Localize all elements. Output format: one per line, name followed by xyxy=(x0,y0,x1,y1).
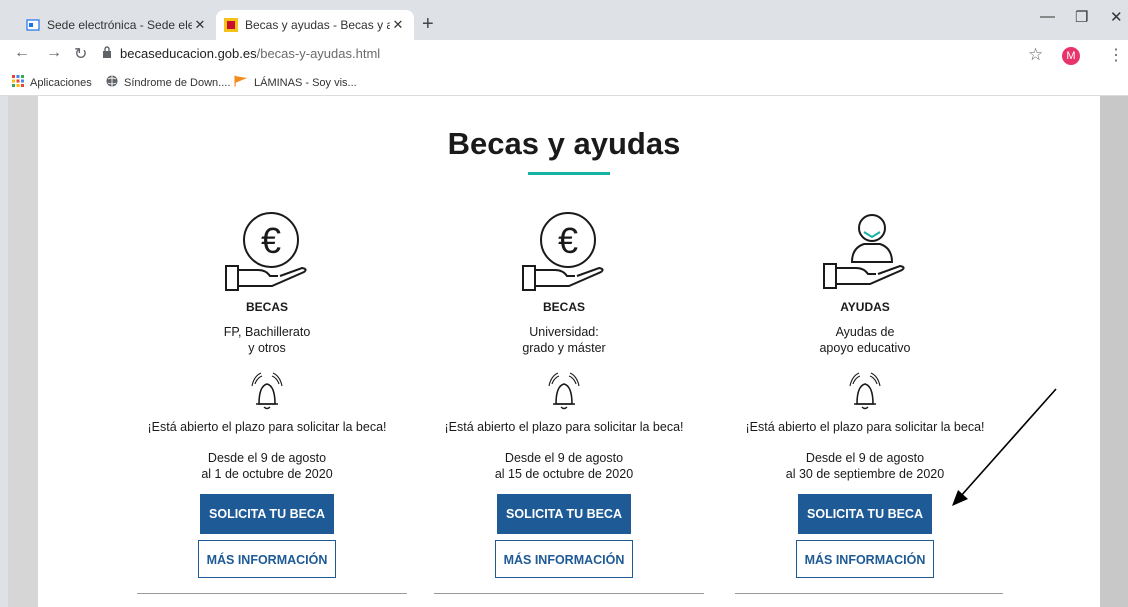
annotation-arrow-icon xyxy=(952,388,1057,506)
